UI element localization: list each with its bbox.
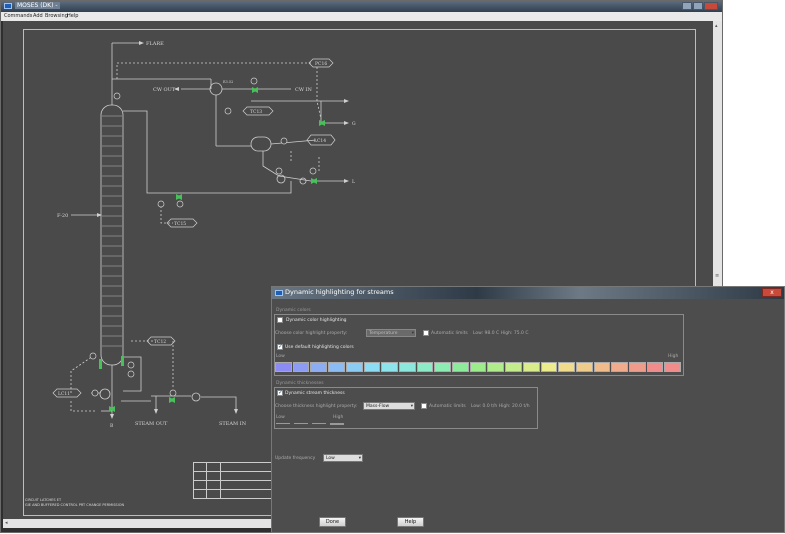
dynamic-highlighting-dialog: Dynamic highlighting for streams x Dynam… (271, 286, 785, 533)
thickness-auto-limits-checkbox[interactable] (421, 403, 427, 409)
dialog-title: Dynamic highlighting for streams (285, 288, 394, 296)
dynamic-thickness-label: Dynamic stream thickness (285, 391, 345, 396)
color-auto-limits-label: Automatic limits (431, 331, 468, 336)
label-steam-in: STEAM IN (219, 421, 247, 427)
color-low-label: Low (276, 354, 285, 359)
label-b: B (110, 423, 114, 429)
default-colors-checkbox[interactable] (277, 343, 283, 350)
color-swatch[interactable] (522, 362, 540, 372)
label-tc15: TC15 (174, 221, 186, 227)
dynamic-color-label: Dynamic color highlighting (286, 318, 347, 323)
update-frequency-label: Update frequency (275, 456, 316, 461)
label-lc11: LC11 (58, 391, 70, 397)
color-swatch[interactable] (487, 362, 505, 372)
color-swatch[interactable] (558, 362, 575, 372)
colors-group-title: Dynamic colors (275, 308, 312, 313)
color-swatch[interactable] (398, 362, 416, 372)
color-swatch[interactable] (345, 362, 363, 372)
color-swatch[interactable] (275, 362, 292, 372)
thickness-property-select[interactable]: Mass-Flow ▾ (363, 402, 415, 410)
dialog-close-button[interactable]: x (762, 288, 782, 297)
drawing-footer-note: CIRCUIT LATCHES ET GIE AND BUFFERED CONT… (25, 498, 125, 507)
thickness-sample-line (294, 423, 308, 424)
scroll-left-icon[interactable]: ◂ (5, 520, 8, 526)
dynamic-color-checkbox[interactable] (277, 317, 283, 323)
thickness-auto-limits-label: Automatic limits (429, 404, 466, 409)
color-swatch[interactable] (363, 362, 381, 372)
update-frequency-select[interactable]: Low ▾ (323, 454, 363, 462)
thickness-low-label: Low (276, 415, 285, 420)
color-swatch[interactable] (611, 362, 629, 372)
label-pc16: PC16 (315, 61, 327, 67)
color-auto-limits-checkbox[interactable] (423, 330, 429, 336)
color-swatch[interactable] (434, 362, 452, 372)
label-lc14: LC14 (314, 138, 326, 144)
label-flare: FLARE (146, 41, 164, 47)
label-cw-out: CW OUT (153, 87, 176, 93)
label-tc13: TC13 (250, 109, 262, 115)
thickness-range-text: Low: 0.0 t/h High: 20.0 t/h (471, 404, 530, 409)
color-property-select[interactable]: Temperature ▾ (366, 329, 416, 337)
dialog-title-bar: Dynamic highlighting for streams x (272, 287, 784, 299)
reflux-drum (250, 136, 272, 152)
color-swatch[interactable] (416, 362, 434, 372)
dynamic-thickness-checkbox[interactable] (277, 389, 283, 396)
default-colors-label: Use default highlighting colors (285, 345, 354, 350)
thickness-sample-line (276, 423, 290, 424)
color-swatch[interactable] (646, 362, 664, 372)
color-swatch[interactable] (381, 362, 398, 372)
label-feed: F-20 (57, 213, 68, 219)
condenser (209, 82, 223, 96)
label-tc12: TC12 (154, 339, 166, 345)
drawing-title-block (193, 462, 273, 499)
chevron-down-icon: ▾ (411, 331, 414, 336)
label-g: G (352, 121, 356, 127)
label-l: L (352, 179, 355, 185)
chevron-down-icon: ▾ (358, 456, 361, 461)
color-swatch[interactable] (292, 362, 310, 372)
label-steam-out: STEAM OUT (135, 421, 168, 427)
thickness-group-title: Dynamic thicknesses (275, 381, 325, 386)
label-cw-in: CW IN (295, 87, 313, 93)
color-swatch[interactable] (328, 362, 345, 372)
label-e52: E3.52 (223, 80, 233, 84)
color-property-label: Choose color highlight property: (275, 331, 348, 336)
color-swatch[interactable] (505, 362, 522, 372)
color-swatch[interactable] (664, 362, 682, 372)
color-high-label: High (668, 354, 679, 359)
color-range-text: Low: 98.0 C High: 75.0 C (473, 331, 529, 336)
dialog-app-icon (275, 290, 283, 296)
color-swatch[interactable] (629, 362, 646, 372)
color-swatch[interactable] (593, 362, 611, 372)
color-swatch[interactable] (540, 362, 558, 372)
thickness-high-label: High (333, 415, 344, 420)
color-swatch[interactable] (310, 362, 328, 372)
thickness-sample-line (330, 423, 344, 425)
thickness-property-label: Choose thickness highlight property: (275, 404, 358, 409)
color-swatch-bar[interactable] (275, 362, 682, 372)
scroll-up-icon[interactable]: ▴ (715, 23, 718, 29)
thickness-sample-line (312, 423, 326, 424)
help-button[interactable]: Help (397, 517, 424, 527)
chevron-down-icon: ▾ (410, 404, 413, 409)
color-swatch[interactable] (575, 362, 593, 372)
done-button[interactable]: Done (319, 517, 346, 527)
scroll-thumb-icon[interactable]: ≡ (715, 273, 719, 279)
color-swatch[interactable] (469, 362, 487, 372)
color-swatch[interactable] (452, 362, 469, 372)
